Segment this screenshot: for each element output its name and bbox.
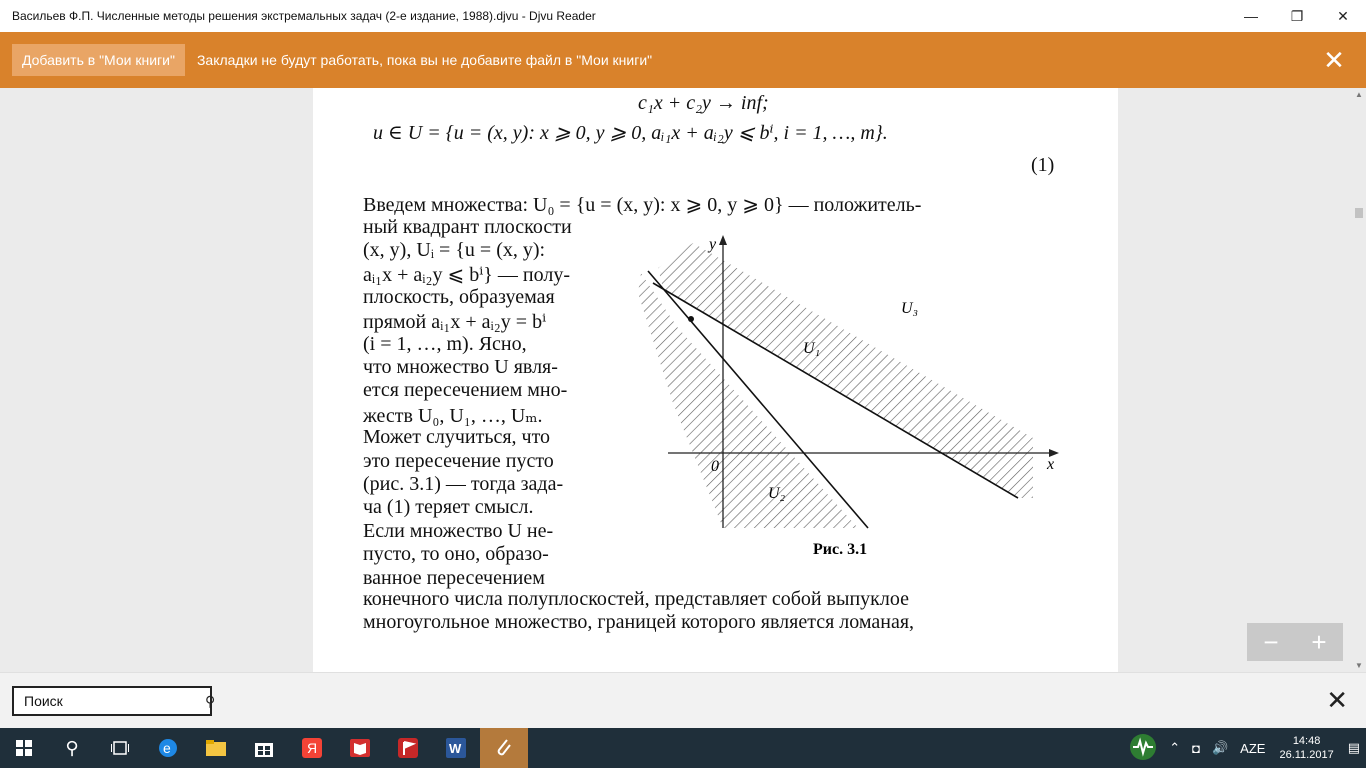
network-icon[interactable]: ◘ [1186, 741, 1206, 756]
text-line: многоугольное множество, границей которо… [363, 611, 915, 633]
region-u1-label: U₁ [803, 340, 820, 357]
scroll-thumb[interactable] [1355, 208, 1363, 218]
title-bar: Васильев Ф.П. Численные методы решения э… [0, 0, 1366, 32]
taskbar: ⚲ e Я W ⌃ ◘ 🔊 AZE 14:48 26.11.2017 ▤ [0, 728, 1366, 768]
search-input[interactable] [14, 693, 205, 709]
file-explorer-icon[interactable] [192, 728, 240, 768]
yandex-browser-icon[interactable]: Я [288, 728, 336, 768]
volume-icon[interactable]: 🔊 [1206, 740, 1234, 756]
text-line: пусто, то оно, образо- [363, 543, 549, 565]
text-line: прямой aᵢ₁x + aᵢ₂y = bⁱ [363, 311, 547, 333]
text-line: ется пересечением мно- [363, 379, 568, 401]
djvu-reader-icon[interactable] [480, 728, 528, 768]
text-line: (рис. 3.1) — тогда зада- [363, 473, 564, 495]
search-close-button[interactable]: ✕ [1326, 685, 1348, 716]
figure-caption: Рис. 3.1 [813, 541, 867, 558]
region-u2-label: U₂ [768, 485, 786, 502]
text-line: это пересечение пусто [363, 450, 554, 472]
document-area[interactable]: c₁x + c₂y → inf; u ∈ U = {u = (x, y): x … [0, 88, 1366, 672]
search-icon[interactable]: ⚲ [48, 728, 96, 768]
minimize-button[interactable]: — [1228, 0, 1274, 32]
axis-y-label: y [707, 236, 717, 253]
svg-text:Я: Я [307, 740, 317, 756]
document-page: c₁x + c₂y → inf; u ∈ U = {u = (x, y): x … [313, 88, 1118, 672]
health-monitor-icon[interactable] [1123, 733, 1163, 764]
figure-3-1: x y 0 U₁ U₂ U₃ Рис. 3.1 [638, 235, 1059, 558]
origin-label: 0 [711, 458, 719, 475]
tray-expand-icon[interactable]: ⌃ [1163, 740, 1186, 756]
text-line: жеств U₀, U₁, …, Uₘ. [363, 405, 543, 427]
formula-objective: c₁x + c₂y → inf; [638, 92, 769, 114]
clock[interactable]: 14:48 26.11.2017 [1271, 734, 1341, 762]
maximize-button[interactable]: ❐ [1274, 0, 1320, 32]
add-to-my-books-button[interactable]: Добавить в "Мои книги" [12, 44, 185, 76]
text-line: конечного числа полуплоскостей, представ… [363, 588, 909, 610]
notifications-icon[interactable]: ▤ [1342, 740, 1366, 756]
text-line: ча (1) теряет смысл. [363, 496, 534, 518]
text-line: (i = 1, …, m). Ясно, [363, 333, 527, 355]
svg-text:W: W [449, 741, 462, 756]
svg-text:e: e [163, 740, 171, 756]
text-line: Может случиться, что [363, 426, 551, 448]
window-title: Васильев Ф.П. Численные методы решения э… [12, 9, 596, 23]
word-icon[interactable]: W [432, 728, 480, 768]
notification-bar: Добавить в "Мои книги" Закладки не будут… [0, 32, 1366, 88]
text-line: Если множество U не- [363, 520, 554, 542]
task-view-icon[interactable] [96, 728, 144, 768]
region-u3-label: U₃ [901, 300, 918, 317]
text-line: Введем множества: U₀ = {u = (x, y): x ⩾ … [363, 194, 922, 216]
edge-browser-icon[interactable]: e [144, 728, 192, 768]
zoom-controls: − + [1247, 623, 1343, 661]
text-line: (x, y), Uᵢ = {u = (x, y): [363, 239, 546, 261]
system-tray: ⌃ ◘ 🔊 AZE 14:48 26.11.2017 ▤ [1123, 728, 1366, 768]
search-bar: ⚲ ✕ [0, 672, 1366, 728]
text-line: aᵢ₁x + aᵢ₂y ⩽ bⁱ} — полу- [363, 264, 570, 286]
clock-date: 26.11.2017 [1279, 749, 1334, 761]
axis-x-label: x [1046, 456, 1054, 473]
notification-close-button[interactable]: ✕ [1314, 40, 1354, 80]
search-icon[interactable]: ⚲ [205, 693, 215, 710]
text-line: что множество U явля- [363, 356, 558, 378]
zoom-out-button[interactable]: − [1247, 623, 1295, 661]
notification-message: Закладки не будут работать, пока вы не д… [196, 52, 653, 68]
store-icon[interactable] [240, 728, 288, 768]
vertical-scrollbar[interactable]: ▲ ▼ [1352, 88, 1366, 672]
clock-time: 14:48 [1292, 735, 1321, 747]
windows-start-icon[interactable] [0, 728, 48, 768]
flag-app-icon[interactable] [384, 728, 432, 768]
scroll-up-icon[interactable]: ▲ [1355, 90, 1363, 99]
scroll-down-icon[interactable]: ▼ [1355, 661, 1363, 670]
close-button[interactable]: ✕ [1320, 0, 1366, 32]
book-reader-icon[interactable] [336, 728, 384, 768]
search-box: ⚲ [12, 686, 215, 716]
zoom-in-button[interactable]: + [1295, 623, 1343, 661]
text-line: ный квадрант плоскости [363, 216, 572, 238]
formula-constraints: u ∈ U = {u = (x, y): x ⩾ 0, y ⩾ 0, aᵢ₁x … [373, 122, 888, 144]
text-line: ванное пересечением [363, 567, 545, 589]
text-line: плоскость, образуемая [363, 286, 555, 308]
equation-number: (1) [1031, 154, 1055, 176]
intersection-point [688, 316, 694, 322]
language-indicator[interactable]: AZE [1234, 741, 1271, 756]
